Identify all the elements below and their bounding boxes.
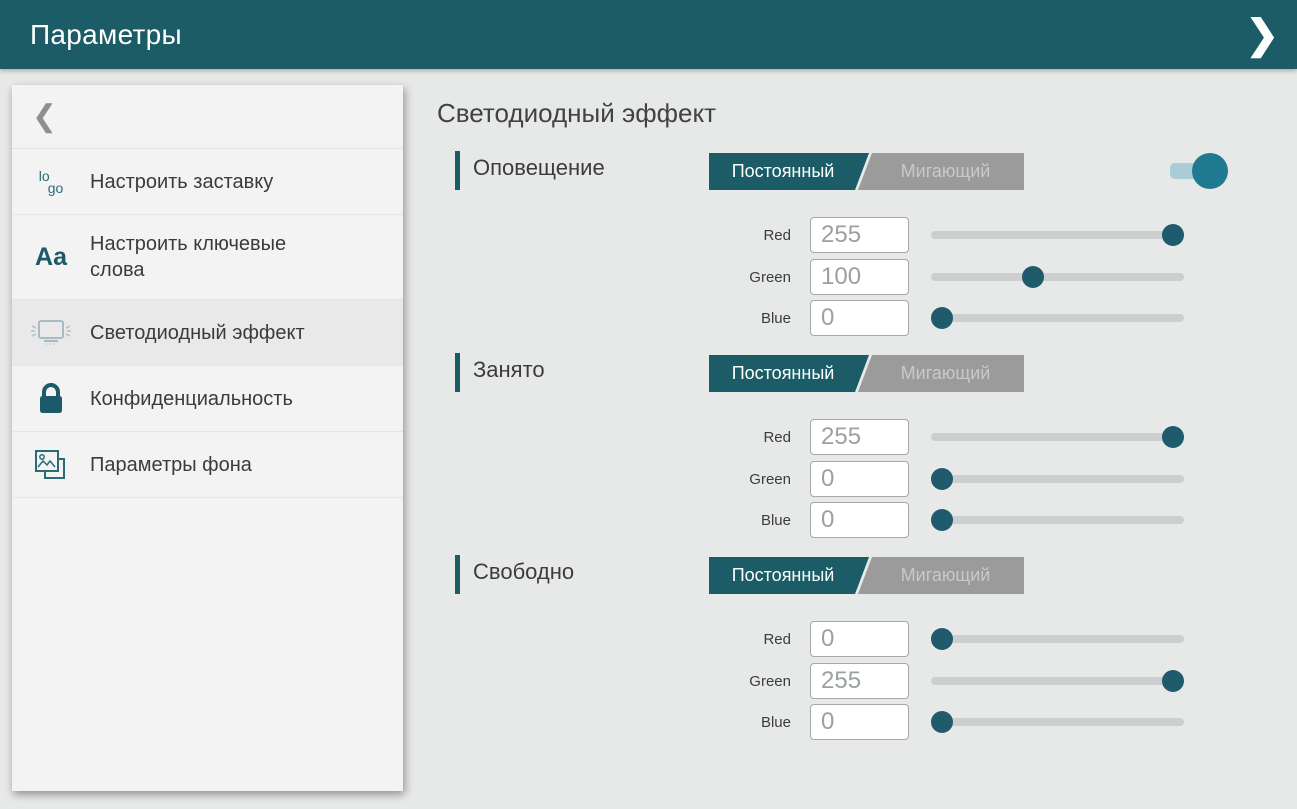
header-bar: Параметры ❯ (0, 0, 1297, 69)
section-free: Свободно Постоянный Мигающий Red Green B… (437, 552, 1247, 747)
sidebar-item-label: Светодиодный эффект (90, 320, 305, 346)
green-slider[interactable] (931, 266, 1184, 288)
section-busy: Занято Постоянный Мигающий Red Green Blu… (437, 350, 1247, 545)
section-accent-bar (455, 353, 460, 392)
blue-label: Blue (437, 714, 791, 731)
section-title: Оповещение (473, 155, 605, 181)
blue-channel-row: Blue (437, 501, 1247, 539)
slider-thumb[interactable] (931, 509, 953, 531)
red-label: Red (437, 631, 791, 648)
blue-slider[interactable] (931, 509, 1184, 531)
slider-track (931, 635, 1184, 643)
logo-icon-text-bottom: go (48, 182, 64, 194)
green-value-input[interactable] (810, 259, 909, 295)
back-chevron-icon: ❮ (32, 102, 57, 132)
green-channel-row: Green (437, 258, 1247, 296)
slider-track (931, 433, 1184, 441)
mode-segmented-control: Постоянный Мигающий (709, 355, 1024, 392)
red-value-input[interactable] (810, 621, 909, 657)
slider-track (931, 273, 1184, 281)
green-label: Green (437, 269, 791, 286)
sidebar-item-privacy[interactable]: Конфиденциальность (12, 366, 403, 432)
slider-track (931, 231, 1184, 239)
slider-track (931, 314, 1184, 322)
red-value-input[interactable] (810, 419, 909, 455)
slider-thumb[interactable] (931, 711, 953, 733)
sidebar-item-keywords[interactable]: Aa Настроить ключевые слова (12, 215, 403, 300)
logo-icon: lo go (12, 170, 90, 194)
green-label: Green (437, 673, 791, 690)
blue-channel-row: Blue (437, 703, 1247, 741)
slider-thumb[interactable] (1162, 224, 1184, 246)
sidebar-item-label: Настроить заставку (90, 169, 273, 195)
green-label: Green (437, 471, 791, 488)
red-slider[interactable] (931, 426, 1184, 448)
slider-track (931, 475, 1184, 483)
sidebar-item-background[interactable]: Параметры фона (12, 432, 403, 498)
mode-segmented-control: Постоянный Мигающий (709, 153, 1024, 190)
slider-track (931, 516, 1184, 524)
sidebar-item-screensaver[interactable]: lo go Настроить заставку (12, 149, 403, 215)
red-channel-row: Red (437, 418, 1247, 456)
blue-value-input[interactable] (810, 502, 909, 538)
section-accent-bar (455, 555, 460, 594)
sidebar-item-label: Настроить ключевые слова (90, 231, 325, 283)
slider-thumb[interactable] (931, 307, 953, 329)
page-title: Параметры (30, 19, 182, 51)
green-slider[interactable] (931, 670, 1184, 692)
led-effect-icon (12, 316, 90, 350)
slider-track (931, 677, 1184, 685)
mode-solid-button[interactable]: Постоянный (709, 557, 869, 594)
blue-slider[interactable] (931, 307, 1184, 329)
section-notification: Оповещение Постоянный Мигающий Red Green (437, 148, 1247, 343)
background-images-icon (12, 447, 90, 483)
slider-thumb[interactable] (931, 468, 953, 490)
section-accent-bar (455, 151, 460, 190)
mode-blinking-button[interactable]: Мигающий (857, 355, 1024, 392)
slider-track (931, 718, 1184, 726)
toggle-thumb (1192, 153, 1228, 189)
sidebar: ❮ lo go Настроить заставку Aa Настроить … (12, 85, 403, 791)
red-label: Red (437, 227, 791, 244)
green-slider[interactable] (931, 468, 1184, 490)
green-value-input[interactable] (810, 461, 909, 497)
red-label: Red (437, 429, 791, 446)
sidebar-back-button[interactable]: ❮ (12, 85, 403, 149)
blue-channel-row: Blue (437, 299, 1247, 337)
sidebar-item-led-effect[interactable]: Светодиодный эффект (12, 300, 403, 366)
blue-label: Blue (437, 512, 791, 529)
blue-slider[interactable] (931, 711, 1184, 733)
section-title: Занято (473, 357, 545, 383)
red-slider[interactable] (931, 628, 1184, 650)
sidebar-item-label: Параметры фона (90, 452, 252, 478)
blue-value-input[interactable] (810, 704, 909, 740)
settings-window: Параметры ❯ ❮ lo go Настроить заставку A… (0, 0, 1297, 809)
forward-chevron-icon[interactable]: ❯ (1245, 15, 1279, 55)
mode-segmented-control: Постоянный Мигающий (709, 557, 1024, 594)
green-value-input[interactable] (810, 663, 909, 699)
mode-blinking-button[interactable]: Мигающий (857, 557, 1024, 594)
keywords-icon: Aa (12, 243, 90, 272)
blue-label: Blue (437, 310, 791, 327)
slider-thumb[interactable] (1022, 266, 1044, 288)
notification-toggle[interactable] (1170, 153, 1228, 190)
red-channel-row: Red (437, 216, 1247, 254)
slider-thumb[interactable] (1162, 426, 1184, 448)
slider-thumb[interactable] (931, 628, 953, 650)
red-channel-row: Red (437, 620, 1247, 658)
red-value-input[interactable] (810, 217, 909, 253)
privacy-lock-icon (12, 381, 90, 417)
green-channel-row: Green (437, 460, 1247, 498)
keywords-icon-text: Aa (35, 243, 67, 272)
mode-blinking-button[interactable]: Мигающий (857, 153, 1024, 190)
red-slider[interactable] (931, 224, 1184, 246)
green-channel-row: Green (437, 662, 1247, 700)
section-title: Свободно (473, 559, 574, 585)
mode-solid-button[interactable]: Постоянный (709, 153, 869, 190)
blue-value-input[interactable] (810, 300, 909, 336)
content-title: Светодиодный эффект (437, 98, 716, 129)
mode-solid-button[interactable]: Постоянный (709, 355, 869, 392)
sidebar-item-label: Конфиденциальность (90, 386, 293, 412)
slider-thumb[interactable] (1162, 670, 1184, 692)
